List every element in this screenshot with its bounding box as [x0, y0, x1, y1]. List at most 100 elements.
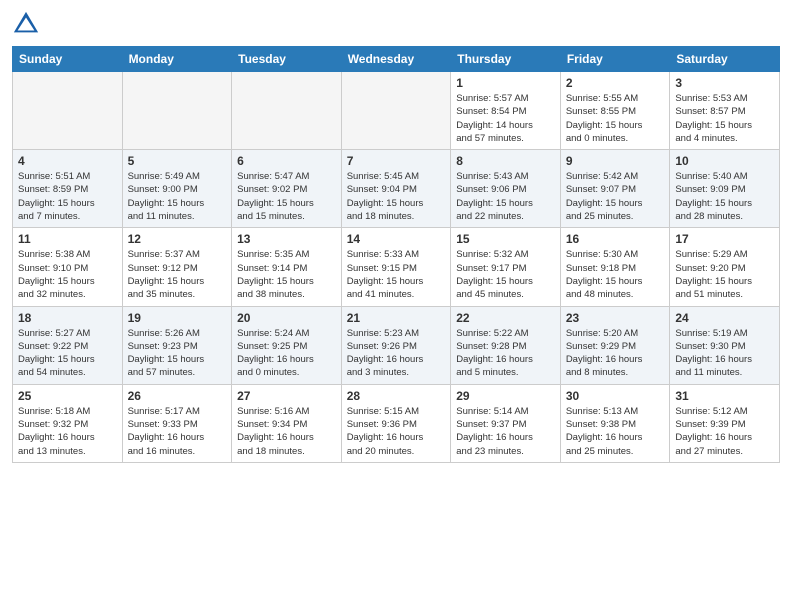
calendar-cell: 11 Sunrise: 5:38 AM Sunset: 9:10 PM Dayli…: [13, 228, 123, 306]
calendar-cell: [122, 72, 232, 150]
day-info: Sunrise: 5:40 AM Sunset: 9:09 PM Dayligh…: [675, 170, 774, 223]
day-number: 4: [18, 154, 117, 168]
day-info: Sunrise: 5:16 AM Sunset: 9:34 PM Dayligh…: [237, 405, 336, 458]
day-number: 30: [566, 389, 665, 403]
day-header-saturday: Saturday: [670, 47, 780, 72]
day-number: 17: [675, 232, 774, 246]
calendar-cell: 17 Sunrise: 5:29 AM Sunset: 9:20 PM Dayli…: [670, 228, 780, 306]
calendar-cell: 1 Sunrise: 5:57 AM Sunset: 8:54 PM Daylig…: [451, 72, 561, 150]
day-info: Sunrise: 5:24 AM Sunset: 9:25 PM Dayligh…: [237, 327, 336, 380]
calendar-cell: 29 Sunrise: 5:14 AM Sunset: 9:37 PM Dayli…: [451, 384, 561, 462]
header-row: SundayMondayTuesdayWednesdayThursdayFrid…: [13, 47, 780, 72]
calendar-cell: [341, 72, 451, 150]
week-row-3: 11 Sunrise: 5:38 AM Sunset: 9:10 PM Dayli…: [13, 228, 780, 306]
day-info: Sunrise: 5:43 AM Sunset: 9:06 PM Dayligh…: [456, 170, 555, 223]
day-info: Sunrise: 5:32 AM Sunset: 9:17 PM Dayligh…: [456, 248, 555, 301]
day-info: Sunrise: 5:14 AM Sunset: 9:37 PM Dayligh…: [456, 405, 555, 458]
day-number: 13: [237, 232, 336, 246]
day-header-friday: Friday: [560, 47, 670, 72]
calendar-cell: 21 Sunrise: 5:23 AM Sunset: 9:26 PM Dayli…: [341, 306, 451, 384]
logo: [12, 10, 44, 38]
calendar-cell: 15 Sunrise: 5:32 AM Sunset: 9:17 PM Dayli…: [451, 228, 561, 306]
day-info: Sunrise: 5:45 AM Sunset: 9:04 PM Dayligh…: [347, 170, 446, 223]
calendar-cell: 24Sunrise: 5:19 AM Sunset: 9:30 PM Dayli…: [670, 306, 780, 384]
week-row-5: 25 Sunrise: 5:18 AM Sunset: 9:32 PM Dayli…: [13, 384, 780, 462]
day-info: Sunrise: 5:57 AM Sunset: 8:54 PM Dayligh…: [456, 92, 555, 145]
day-number: 20: [237, 311, 336, 325]
day-number: 2: [566, 76, 665, 90]
page: SundayMondayTuesdayWednesdayThursdayFrid…: [0, 0, 792, 612]
day-number: 8: [456, 154, 555, 168]
day-info: Sunrise: 5:20 AM Sunset: 9:29 PM Dayligh…: [566, 327, 665, 380]
day-number: 3: [675, 76, 774, 90]
day-info: Sunrise: 5:12 AM Sunset: 9:39 PM Dayligh…: [675, 405, 774, 458]
day-number: 29: [456, 389, 555, 403]
day-header-wednesday: Wednesday: [341, 47, 451, 72]
day-info: Sunrise: 5:29 AM Sunset: 9:20 PM Dayligh…: [675, 248, 774, 301]
day-number: 21: [347, 311, 446, 325]
day-number: 14: [347, 232, 446, 246]
header: [12, 10, 780, 38]
calendar-cell: 7 Sunrise: 5:45 AM Sunset: 9:04 PM Daylig…: [341, 150, 451, 228]
calendar-cell: 4 Sunrise: 5:51 AM Sunset: 8:59 PM Daylig…: [13, 150, 123, 228]
day-number: 23: [566, 311, 665, 325]
calendar-cell: [232, 72, 342, 150]
logo-icon: [12, 10, 40, 38]
day-info: Sunrise: 5:42 AM Sunset: 9:07 PM Dayligh…: [566, 170, 665, 223]
day-number: 25: [18, 389, 117, 403]
day-number: 9: [566, 154, 665, 168]
day-info: Sunrise: 5:30 AM Sunset: 9:18 PM Dayligh…: [566, 248, 665, 301]
day-info: Sunrise: 5:22 AM Sunset: 9:28 PM Dayligh…: [456, 327, 555, 380]
calendar-cell: 13 Sunrise: 5:35 AM Sunset: 9:14 PM Dayli…: [232, 228, 342, 306]
day-info: Sunrise: 5:51 AM Sunset: 8:59 PM Dayligh…: [18, 170, 117, 223]
day-number: 15: [456, 232, 555, 246]
day-header-monday: Monday: [122, 47, 232, 72]
day-number: 28: [347, 389, 446, 403]
day-number: 31: [675, 389, 774, 403]
calendar-cell: 25 Sunrise: 5:18 AM Sunset: 9:32 PM Dayli…: [13, 384, 123, 462]
day-number: 12: [128, 232, 227, 246]
day-info: Sunrise: 5:27 AM Sunset: 9:22 PM Dayligh…: [18, 327, 117, 380]
calendar-cell: 16Sunrise: 5:30 AM Sunset: 9:18 PM Dayli…: [560, 228, 670, 306]
day-info: Sunrise: 5:55 AM Sunset: 8:55 PM Dayligh…: [566, 92, 665, 145]
calendar-cell: 31 Sunrise: 5:12 AM Sunset: 9:39 PM Dayli…: [670, 384, 780, 462]
calendar-table: SundayMondayTuesdayWednesdayThursdayFrid…: [12, 46, 780, 463]
calendar-cell: 10 Sunrise: 5:40 AM Sunset: 9:09 PM Dayli…: [670, 150, 780, 228]
day-info: Sunrise: 5:37 AM Sunset: 9:12 PM Dayligh…: [128, 248, 227, 301]
day-info: Sunrise: 5:35 AM Sunset: 9:14 PM Dayligh…: [237, 248, 336, 301]
day-info: Sunrise: 5:33 AM Sunset: 9:15 PM Dayligh…: [347, 248, 446, 301]
day-info: Sunrise: 5:18 AM Sunset: 9:32 PM Dayligh…: [18, 405, 117, 458]
calendar-cell: 22 Sunrise: 5:22 AM Sunset: 9:28 PM Dayli…: [451, 306, 561, 384]
day-header-tuesday: Tuesday: [232, 47, 342, 72]
calendar-cell: 26 Sunrise: 5:17 AM Sunset: 9:33 PM Dayli…: [122, 384, 232, 462]
calendar-cell: 19 Sunrise: 5:26 AM Sunset: 9:23 PM Dayli…: [122, 306, 232, 384]
calendar-cell: 20 Sunrise: 5:24 AM Sunset: 9:25 PM Dayli…: [232, 306, 342, 384]
calendar-cell: 30Sunrise: 5:13 AM Sunset: 9:38 PM Dayli…: [560, 384, 670, 462]
calendar-cell: 8 Sunrise: 5:43 AM Sunset: 9:06 PM Daylig…: [451, 150, 561, 228]
day-header-thursday: Thursday: [451, 47, 561, 72]
week-row-2: 4 Sunrise: 5:51 AM Sunset: 8:59 PM Daylig…: [13, 150, 780, 228]
calendar-cell: 6 Sunrise: 5:47 AM Sunset: 9:02 PM Daylig…: [232, 150, 342, 228]
day-info: Sunrise: 5:26 AM Sunset: 9:23 PM Dayligh…: [128, 327, 227, 380]
calendar-cell: 23 Sunrise: 5:20 AM Sunset: 9:29 PM Dayli…: [560, 306, 670, 384]
day-number: 22: [456, 311, 555, 325]
day-number: 10: [675, 154, 774, 168]
calendar-cell: 2 Sunrise: 5:55 AM Sunset: 8:55 PM Daylig…: [560, 72, 670, 150]
day-info: Sunrise: 5:49 AM Sunset: 9:00 PM Dayligh…: [128, 170, 227, 223]
calendar-cell: 18Sunrise: 5:27 AM Sunset: 9:22 PM Dayli…: [13, 306, 123, 384]
day-info: Sunrise: 5:15 AM Sunset: 9:36 PM Dayligh…: [347, 405, 446, 458]
calendar-cell: 28 Sunrise: 5:15 AM Sunset: 9:36 PM Dayli…: [341, 384, 451, 462]
day-number: 7: [347, 154, 446, 168]
day-info: Sunrise: 5:38 AM Sunset: 9:10 PM Dayligh…: [18, 248, 117, 301]
day-number: 19: [128, 311, 227, 325]
day-number: 26: [128, 389, 227, 403]
day-info: Sunrise: 5:17 AM Sunset: 9:33 PM Dayligh…: [128, 405, 227, 458]
day-info: Sunrise: 5:19 AM Sunset: 9:30 PM Dayligh…: [675, 327, 774, 380]
calendar-cell: 14 Sunrise: 5:33 AM Sunset: 9:15 PM Dayli…: [341, 228, 451, 306]
day-info: Sunrise: 5:47 AM Sunset: 9:02 PM Dayligh…: [237, 170, 336, 223]
day-header-sunday: Sunday: [13, 47, 123, 72]
day-number: 11: [18, 232, 117, 246]
day-number: 1: [456, 76, 555, 90]
day-number: 6: [237, 154, 336, 168]
day-info: Sunrise: 5:23 AM Sunset: 9:26 PM Dayligh…: [347, 327, 446, 380]
